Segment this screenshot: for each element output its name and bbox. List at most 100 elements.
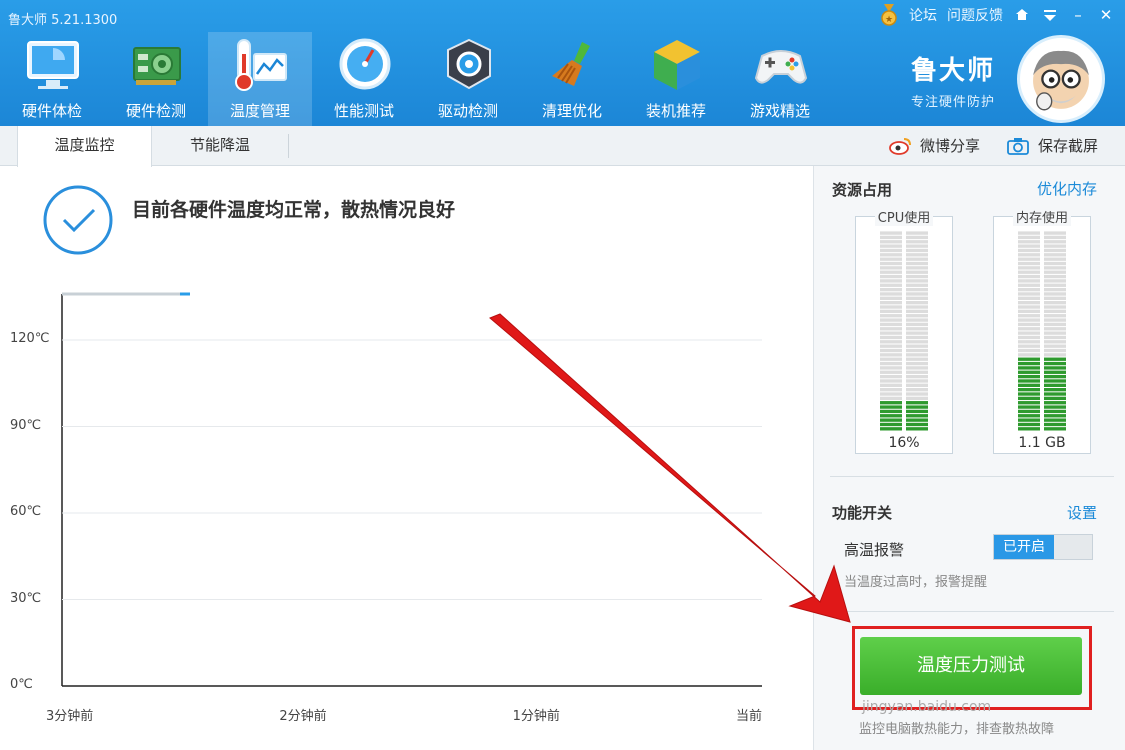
gauge-segment [1044, 270, 1066, 274]
gauge-segment [906, 366, 928, 370]
gauge-segment [1018, 322, 1040, 327]
gauge-segment [906, 335, 928, 340]
gauge-segment [1044, 340, 1066, 344]
gauge-segment [906, 314, 928, 318]
gauge-segment [880, 270, 902, 274]
gauge-segment [1044, 379, 1066, 383]
skin-icon[interactable] [1013, 6, 1031, 24]
menu-icon[interactable] [1041, 6, 1059, 24]
gauge-segment [1044, 261, 1066, 266]
gauge-segment [1018, 340, 1040, 344]
gauge-segment [1018, 279, 1040, 283]
settings-link[interactable]: 设置 [1067, 502, 1097, 523]
save-screenshot-button[interactable]: 保存截屏 [1006, 126, 1098, 166]
gauge-segment [880, 279, 902, 283]
gauge-segment [880, 301, 902, 305]
gauge-segment [880, 314, 902, 318]
stress-test-button[interactable]: 温度压力测试 [860, 637, 1082, 695]
gauge-segment [1044, 392, 1066, 396]
cube-icon [654, 40, 700, 90]
cpu-gauge: CPU使用 16% [855, 211, 953, 454]
gauge-segment [1044, 348, 1066, 353]
gauge-segment [1018, 379, 1040, 383]
nav-item-performance[interactable]: 性能测试 [312, 32, 416, 126]
gauge-segment [880, 383, 902, 387]
weibo-share-button[interactable]: 微博分享 [888, 126, 980, 166]
gauge-segment [906, 283, 928, 287]
gauge-segment [1018, 353, 1040, 357]
gauge-segment [906, 244, 928, 248]
nav-item-temperature[interactable]: 温度管理 [208, 32, 312, 126]
tab-energy-cooling[interactable]: 节能降温 [152, 126, 288, 166]
gauge-segment [880, 414, 902, 418]
gauge-segment [1044, 322, 1066, 327]
gauge-segment [1018, 283, 1040, 287]
gauge-segment [906, 388, 928, 392]
subtab-bar: 温度监控 节能降温 微博分享 保存截屏 [0, 126, 1125, 167]
gauge-segment [1044, 331, 1066, 335]
nav-item-build-recommend[interactable]: 装机推荐 [624, 32, 728, 126]
gauge-segment [906, 305, 928, 309]
gauge-segment [906, 248, 928, 253]
optimize-memory-link[interactable]: 优化内存 [1037, 178, 1097, 199]
driver-gear-icon [447, 38, 491, 90]
save-screenshot-label: 保存截屏 [1038, 137, 1099, 155]
gauge-segment [880, 287, 902, 292]
gauge-segment [880, 283, 902, 287]
nav-item-games[interactable]: 游戏精选 [728, 32, 832, 126]
gauge-segment [1044, 396, 1066, 401]
gauge-segment [1044, 266, 1066, 270]
avatar[interactable] [1017, 35, 1105, 123]
gauge-segment [1018, 292, 1040, 296]
gauge-segment [1018, 366, 1040, 370]
forum-link[interactable]: 论坛 [909, 5, 937, 25]
high-temp-alarm-toggle[interactable]: 已开启 [993, 534, 1093, 560]
gauge-segment [906, 240, 928, 244]
nav-item-hardware-detect[interactable]: 硬件检测 [104, 32, 208, 126]
nav-item-driver[interactable]: 驱动检测 [416, 32, 520, 126]
bottom-hint: 监控电脑散热能力，排查散热故障 [859, 722, 1055, 737]
y-tick-label: 120℃ [10, 331, 50, 346]
gauge-segment [1018, 335, 1040, 340]
gauge-segment [1044, 231, 1066, 235]
resources-title: 资源占用 [832, 181, 893, 199]
gauge-segment [880, 296, 902, 300]
gauge-segment [906, 405, 928, 409]
gauge-segment [1044, 248, 1066, 253]
gauge-segment [906, 392, 928, 396]
minimize-button[interactable]: – [1069, 6, 1087, 24]
gauge-segment [1044, 414, 1066, 418]
gauge-segment [1018, 235, 1040, 240]
alarm-hint: 当温度过高时，报警提醒 [844, 575, 988, 590]
gauge-segment [880, 392, 902, 396]
gauge-segment [906, 235, 928, 240]
close-button[interactable]: ✕ [1097, 6, 1115, 24]
gauge-segment [880, 401, 902, 405]
circuit-board-icon [133, 47, 181, 85]
gauge-segment [1044, 388, 1066, 392]
nav-label: 温度管理 [229, 102, 290, 120]
gauge-segment [906, 409, 928, 414]
nav-item-clean[interactable]: 清理优化 [520, 32, 624, 126]
gauge-segment [1018, 248, 1040, 253]
cpu-bar-right [906, 231, 928, 431]
gauge-segment [880, 244, 902, 248]
gauge-segment [1044, 301, 1066, 305]
gauge-segment [1044, 418, 1066, 422]
gauge-segment [1018, 305, 1040, 309]
gauge-segment [1018, 383, 1040, 387]
watermark-site: jingyan.baidu.com [862, 699, 992, 715]
gauge-segment [906, 301, 928, 305]
cpu-bar-left [880, 231, 902, 431]
medal-icon[interactable]: ★ [879, 4, 899, 26]
gauge-segment [906, 383, 928, 387]
gauge-segment [1044, 335, 1066, 340]
high-temp-alarm-label: 高温报警 [844, 541, 905, 559]
nav-item-hardware-checkup[interactable]: 硬件体检 [0, 32, 104, 126]
gauge-segment [1044, 314, 1066, 318]
tab-temperature-monitor[interactable]: 温度监控 [17, 126, 152, 167]
gauge-segment [906, 253, 928, 257]
feedback-link[interactable]: 问题反馈 [947, 5, 1003, 25]
gauge-segment [906, 357, 928, 361]
gauge-segment [1018, 401, 1040, 405]
